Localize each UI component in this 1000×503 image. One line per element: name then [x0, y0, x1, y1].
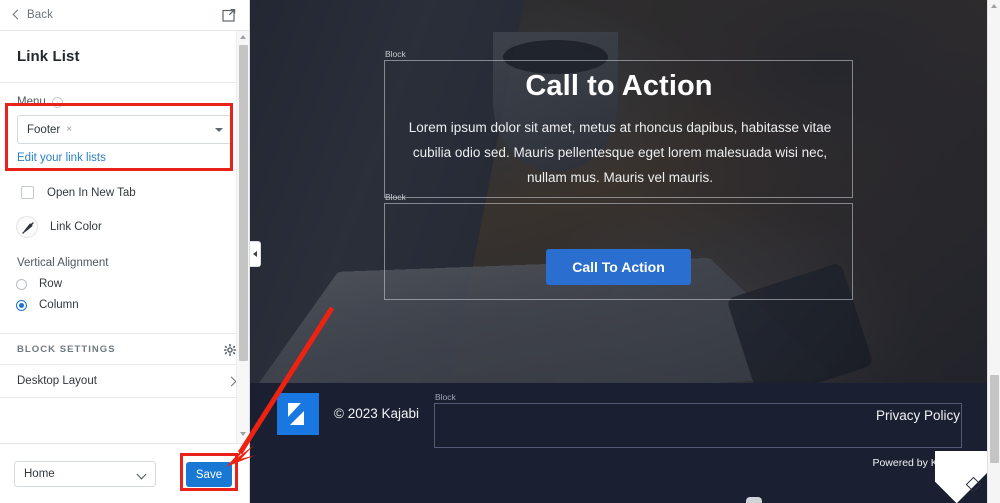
footer-copyright: © 2023 Kajabi: [334, 406, 420, 421]
back-button[interactable]: Back: [12, 9, 53, 21]
radio-row-input[interactable]: [16, 278, 27, 290]
preview-scrollbar[interactable]: [987, 0, 1000, 503]
open-new-tab-checkbox[interactable]: [21, 186, 34, 199]
vertical-alignment-option-column[interactable]: Column: [0, 290, 249, 311]
sidebar-scrollbar-thumb[interactable]: [239, 45, 248, 361]
page-title: Link List: [17, 48, 80, 65]
desktop-layout-label: Desktop Layout: [17, 375, 97, 387]
site-preview: Block Call to Action Lorem ipsum dolor s…: [250, 0, 1000, 503]
sidebar-topbar: Back: [0, 0, 249, 31]
chevron-right-icon: [227, 377, 235, 385]
page-select-value: Home: [24, 467, 55, 480]
sidebar-save-bar: Home Save: [0, 443, 249, 503]
page-select[interactable]: Home: [14, 460, 156, 487]
info-icon[interactable]: i: [51, 96, 63, 108]
block-settings-label: BLOCK SETTINGS: [17, 343, 116, 355]
menu-field-label: Menu: [17, 96, 46, 108]
scroll-down-arrow-icon[interactable]: [240, 432, 246, 436]
remove-token-icon[interactable]: ×: [66, 124, 72, 135]
chevron-down-icon: [137, 471, 146, 477]
editor-sidebar: Back Link List Menu i Footer × Edit your…: [0, 0, 250, 503]
scroll-up-arrow-icon[interactable]: [991, 4, 997, 8]
radio-row-label: Row: [39, 278, 63, 290]
hero-title: Call to Action: [525, 70, 713, 102]
vertical-alignment-option-row[interactable]: Row: [0, 269, 249, 290]
sidebar-scrollbar[interactable]: [236, 31, 249, 443]
page-bottom-handle[interactable]: [746, 497, 762, 503]
scroll-up-arrow-icon[interactable]: [240, 35, 246, 39]
block-settings-header: BLOCK SETTINGS: [0, 334, 249, 365]
hero-body-text: Lorem ipsum dolor sit amet, metus at rho…: [408, 120, 832, 185]
menu-selected-token: Footer ×: [27, 124, 72, 136]
block-label-footer: Block: [435, 392, 456, 402]
resize-corner[interactable]: [935, 451, 987, 503]
radio-column-label: Column: [39, 299, 79, 311]
block-label-top: Block: [385, 49, 406, 59]
chevron-left-icon: [12, 11, 21, 20]
privacy-policy-link[interactable]: Privacy Policy: [876, 408, 960, 423]
menu-field: Menu i Footer ×: [0, 83, 249, 144]
gear-icon[interactable]: [224, 343, 236, 356]
vertical-alignment-label: Vertical Alignment: [17, 257, 109, 269]
sidebar-item-desktop-layout[interactable]: Desktop Layout: [0, 365, 249, 398]
screen-root: Block Call to Action Lorem ipsum dolor s…: [0, 0, 1000, 503]
preview-scrollbar-thumb[interactable]: [990, 375, 999, 463]
block-label-mid: Block: [385, 192, 406, 202]
link-color-row[interactable]: Link Color: [0, 199, 249, 238]
external-link-icon[interactable]: [222, 8, 236, 22]
save-button[interactable]: Save: [186, 462, 232, 487]
call-to-action-button[interactable]: Call To Action: [546, 249, 691, 285]
open-new-tab-row[interactable]: Open In New Tab: [0, 166, 249, 199]
menu-selected-value: Footer: [27, 123, 61, 136]
menu-field-label-row: Menu i: [17, 96, 232, 108]
site-footer: © 2023 Kajabi Block Privacy Policy Power…: [250, 383, 988, 503]
open-new-tab-label: Open In New Tab: [47, 186, 136, 199]
chevron-down-icon[interactable]: [215, 127, 223, 132]
no-color-icon[interactable]: [16, 216, 38, 238]
menu-select[interactable]: Footer ×: [17, 115, 232, 144]
sidebar-panel-body: Link List Menu i Footer × Edit your link…: [0, 31, 249, 443]
radio-column-input[interactable]: [16, 299, 27, 311]
hero-section: Block Call to Action Lorem ipsum dolor s…: [250, 0, 988, 383]
back-button-label: Back: [27, 9, 53, 21]
collapse-panel-icon[interactable]: [250, 241, 261, 267]
link-color-label: Link Color: [50, 221, 102, 233]
panel-title-row: Link List: [0, 31, 249, 83]
edit-link-lists-link[interactable]: Edit your link lists: [17, 152, 106, 164]
kajabi-logo-icon: [277, 393, 319, 435]
